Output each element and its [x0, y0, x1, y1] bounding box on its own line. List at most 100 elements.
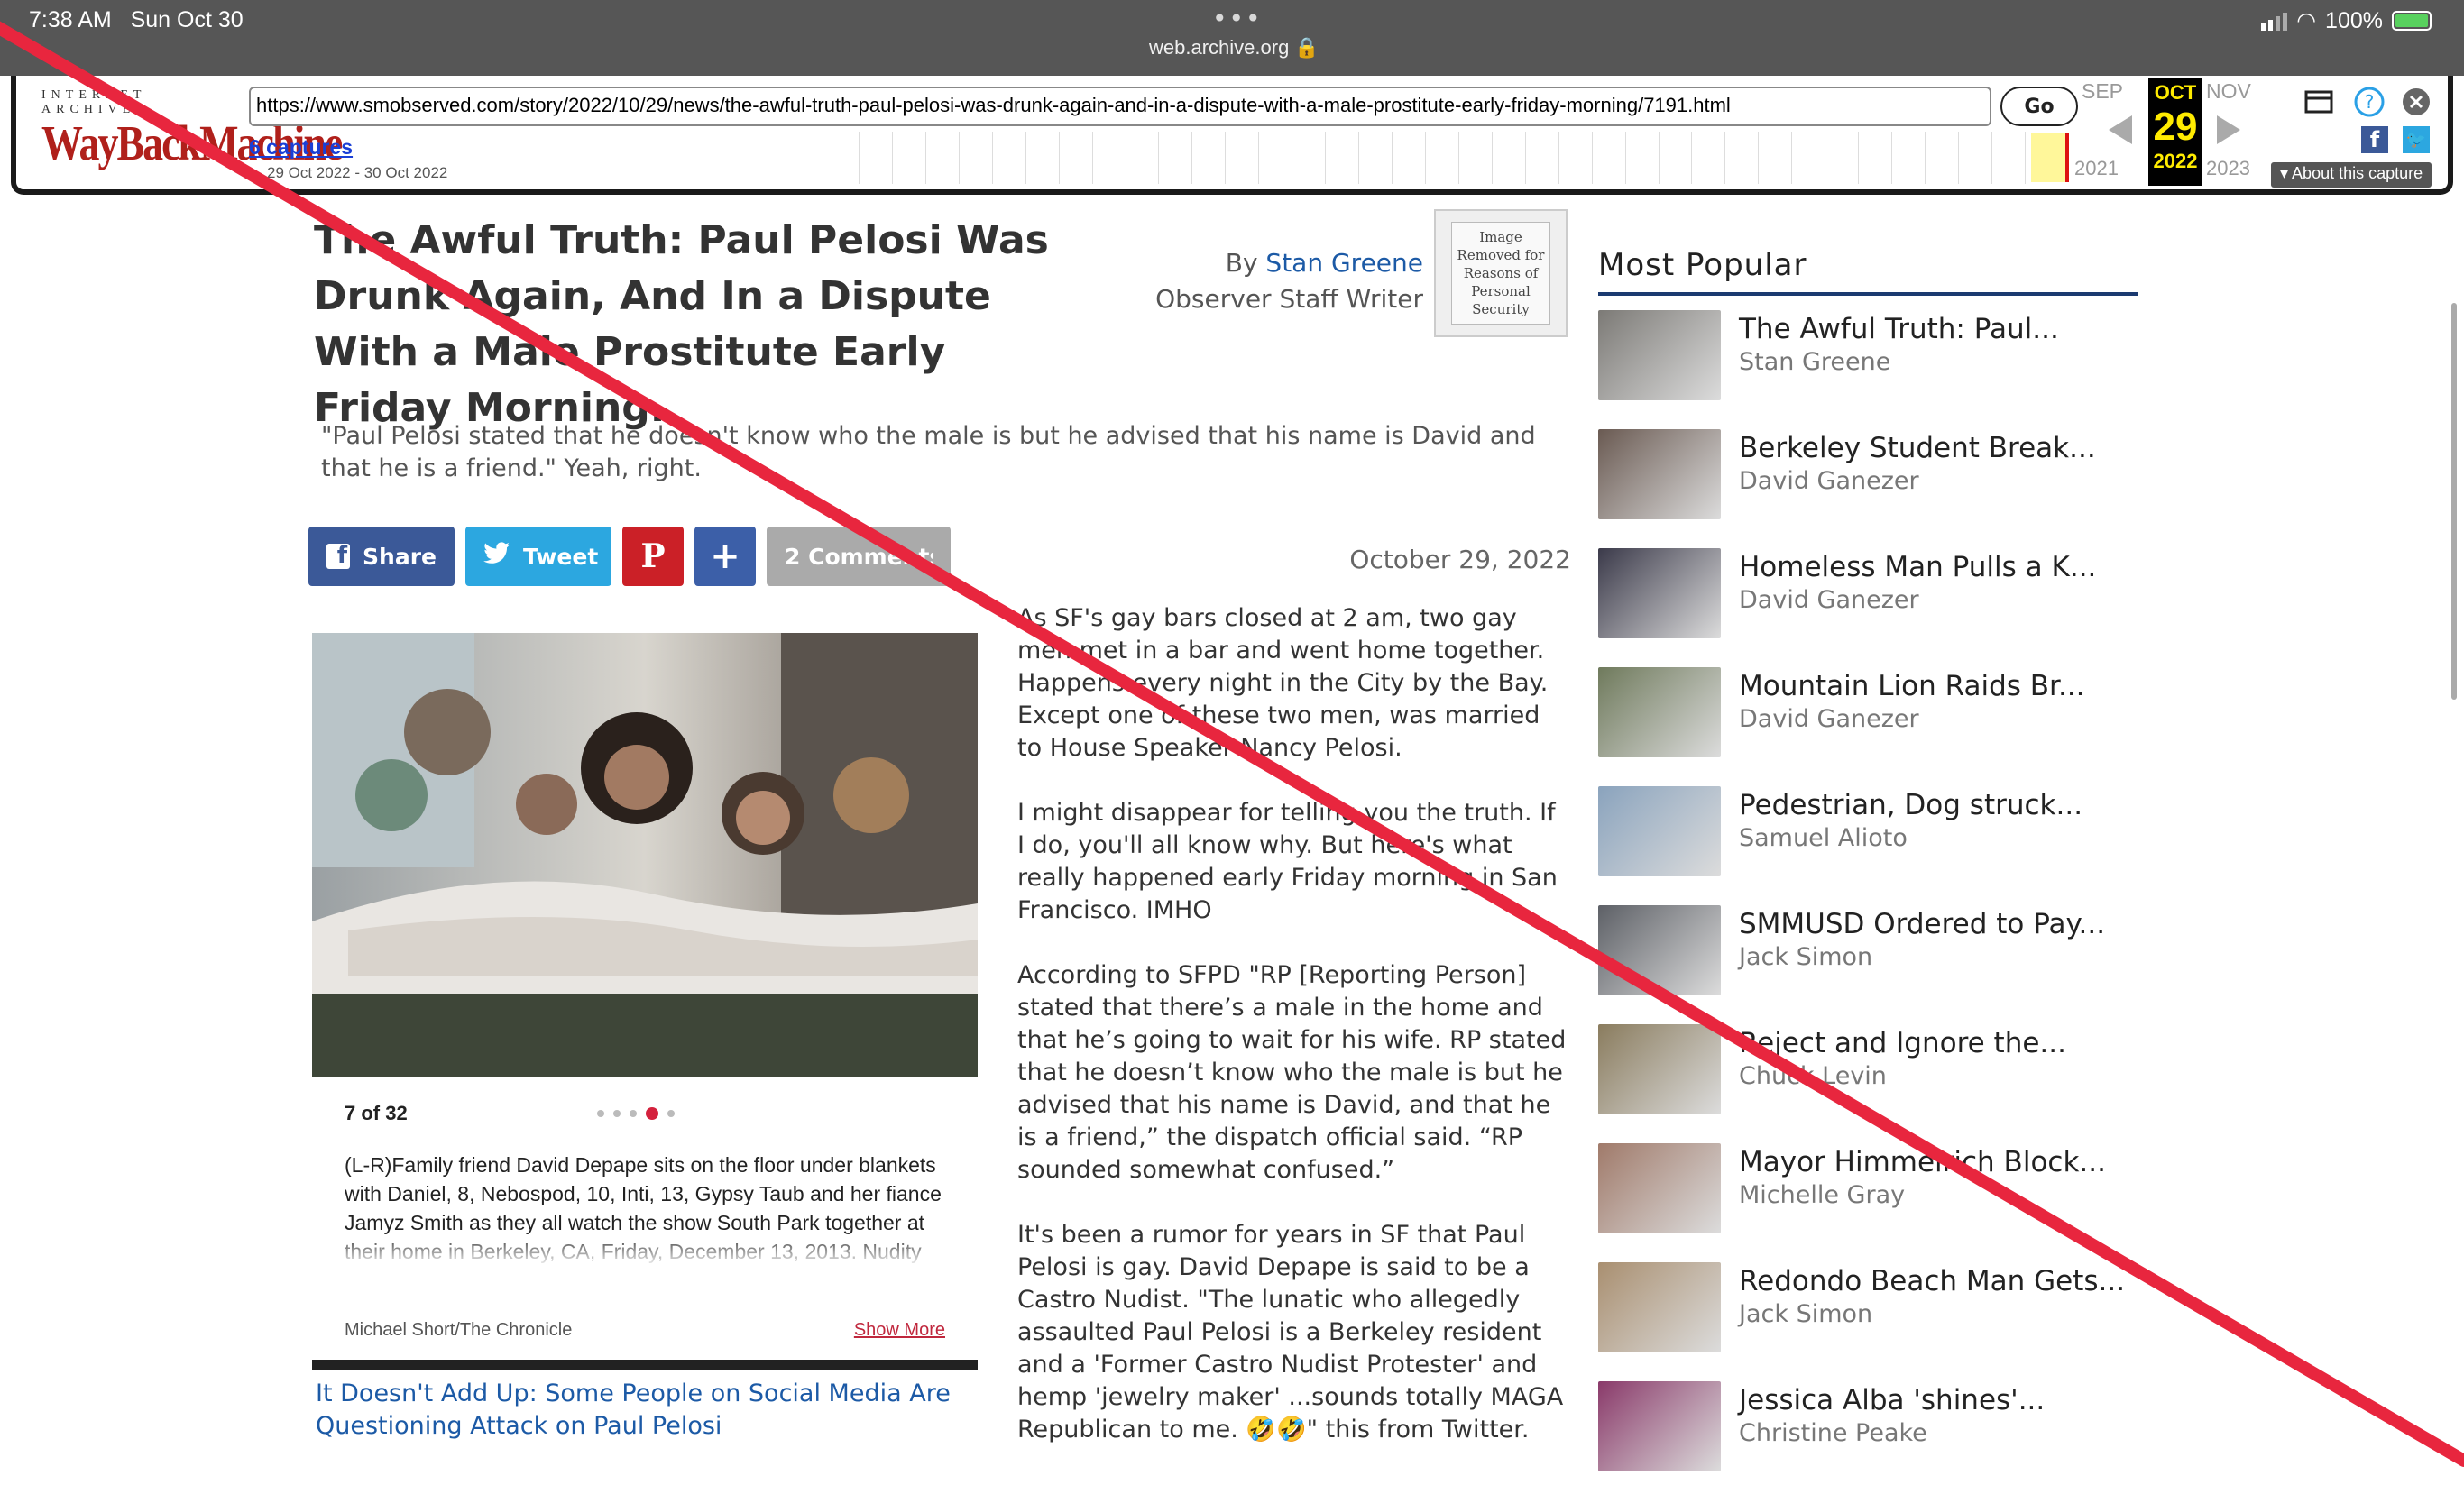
- popular-author: Stan Greene: [1739, 348, 1891, 376]
- page-scrollbar[interactable]: [2451, 303, 2457, 700]
- popular-item[interactable]: SMMUSD Ordered to Pay... Jack Simon: [1598, 905, 2139, 1024]
- popular-thumbnail[interactable]: [1598, 429, 1721, 519]
- popular-item[interactable]: Mayor Himmelrich Block... Michelle Gray: [1598, 1143, 2139, 1262]
- author-link[interactable]: Stan Greene: [1265, 248, 1423, 278]
- photo-credit: Michael Short/The Chronicle: [345, 1320, 573, 1340]
- popular-item[interactable]: The Awful Truth: Paul... Stan Greene: [1598, 310, 2139, 429]
- popular-headline[interactable]: Jessica Alba 'shines'...: [1739, 1383, 2045, 1417]
- svg-text:?: ?: [2365, 91, 2375, 113]
- prev-month-label[interactable]: SEP: [2082, 79, 2123, 104]
- popular-headline[interactable]: Mountain Lion Raids Br...: [1739, 669, 2085, 703]
- body-paragraph: As SF's gay bars closed at 2 am, two gay…: [1017, 604, 1549, 762]
- photo-gallery-card[interactable]: 7 of 32 (L-R)Family friend David Depape …: [312, 633, 978, 1370]
- pinterest-share-button[interactable]: P: [622, 527, 684, 586]
- status-indicators: ◠ 100%: [2261, 7, 2432, 34]
- comments-button[interactable]: 2 Comments: [767, 527, 951, 586]
- pager-dot-active[interactable]: [646, 1107, 658, 1120]
- popular-author: Jack Simon: [1739, 1300, 1873, 1328]
- popular-headline[interactable]: Pedestrian, Dog struck...: [1739, 788, 2082, 822]
- twitter-share-button[interactable]: Tweet: [465, 527, 611, 586]
- current-capture-date: OCT 29 2022: [2148, 78, 2202, 186]
- article-title: The Awful Truth: Paul Pelosi Was Drunk A…: [314, 217, 1049, 431]
- popular-item[interactable]: Redondo Beach Man Gets... Jack Simon: [1598, 1262, 2139, 1381]
- address-domain[interactable]: web.archive.org 🔒: [1149, 36, 1319, 60]
- battery-icon: [2392, 11, 2432, 31]
- popular-author: David Ganezer: [1739, 586, 1919, 614]
- article-body: As SF's gay bars closed at 2 am, two gay…: [1017, 602, 1568, 1479]
- wayback-logo[interactable]: INTERNET ARCHIVE WayBackMachine: [41, 88, 343, 170]
- gallery-pager[interactable]: [597, 1107, 675, 1120]
- capture-histogram[interactable]: [859, 132, 2069, 184]
- prev-capture-arrow-icon[interactable]: [2109, 115, 2132, 144]
- popular-item[interactable]: Berkeley Student Break... David Ganezer: [1598, 429, 2139, 548]
- pager-dot[interactable]: [667, 1110, 675, 1117]
- body-paragraph: It's been a rumor for years in SF that P…: [1017, 1221, 1564, 1444]
- window-icon[interactable]: [2303, 87, 2334, 117]
- facebook-share-icon[interactable]: f: [2361, 126, 2388, 153]
- next-capture-arrow-icon[interactable]: [2217, 115, 2240, 144]
- popular-item[interactable]: Homeless Man Pulls a K... David Ganezer: [1598, 548, 2139, 667]
- pager-dot[interactable]: [613, 1110, 621, 1117]
- popular-thumbnail[interactable]: [1598, 548, 1721, 638]
- popular-headline[interactable]: Berkeley Student Break...: [1739, 431, 2096, 465]
- popular-thumbnail[interactable]: [1598, 905, 1721, 995]
- most-popular-list: The Awful Truth: Paul... Stan Greene Berk…: [1598, 310, 2139, 1485]
- popular-item[interactable]: Reject and Ignore the... Chuck Levin: [1598, 1024, 2139, 1143]
- popular-thumbnail[interactable]: [1598, 1024, 1721, 1114]
- popular-thumbnail[interactable]: [1598, 667, 1721, 757]
- popular-headline[interactable]: Reject and Ignore the...: [1739, 1026, 2066, 1060]
- popular-thumbnail[interactable]: [1598, 1143, 1721, 1233]
- popular-author: David Ganezer: [1739, 705, 1919, 733]
- show-more-link[interactable]: Show More: [854, 1320, 945, 1341]
- captures-link[interactable]: 6 captures: [249, 135, 353, 160]
- popular-headline[interactable]: The Awful Truth: Paul...: [1739, 312, 2059, 346]
- pager-dot[interactable]: [630, 1110, 637, 1117]
- popular-item[interactable]: Pedestrian, Dog struck... Samuel Alioto: [1598, 786, 2139, 905]
- popular-headline[interactable]: Redondo Beach Man Gets...: [1739, 1264, 2125, 1298]
- battery-percent: 100%: [2325, 7, 2383, 33]
- body-paragraph: I might disappear for telling you the tr…: [1017, 799, 1558, 924]
- ios-status-bar: 7:38 AM Sun Oct 30 ••• web.archive.org 🔒…: [0, 0, 2464, 76]
- wayback-toolbar: INTERNET ARCHIVE WayBackMachine https://…: [11, 76, 2453, 195]
- share-bar: f Share Tweet P + 2 Comments: [308, 527, 951, 586]
- popular-author: David Ganezer: [1739, 467, 1919, 495]
- popular-item[interactable]: Mountain Lion Raids Br... David Ganezer: [1598, 667, 2139, 786]
- related-article-link[interactable]: It Doesn't Add Up: Some People on Social…: [316, 1378, 983, 1443]
- popular-author: Jack Simon: [1739, 943, 1873, 971]
- photo-caption: (L-R)Family friend David Depape sits on …: [345, 1150, 958, 1268]
- about-capture-button[interactable]: ▾ About this capture: [2271, 162, 2432, 188]
- popular-headline[interactable]: Homeless Man Pulls a K...: [1739, 550, 2096, 584]
- byline: By Stan Greene Observer Staff Writer: [1155, 245, 1423, 317]
- most-popular-heading: Most Popular: [1598, 247, 2138, 296]
- photo-counter: 7 of 32: [345, 1102, 408, 1124]
- article-date: October 29, 2022: [1349, 545, 1571, 574]
- popular-thumbnail[interactable]: [1598, 786, 1721, 876]
- author-role: Observer Staff Writer: [1155, 284, 1423, 314]
- wayback-url-input[interactable]: https://www.smobserved.com/story/2022/10…: [249, 87, 1991, 126]
- popular-item[interactable]: Jessica Alba 'shines'... Christine Peake: [1598, 1381, 2139, 1485]
- next-year-label[interactable]: 2023: [2206, 157, 2250, 180]
- next-month-label[interactable]: NOV: [2206, 79, 2251, 104]
- popular-headline[interactable]: Mayor Himmelrich Block...: [1739, 1145, 2106, 1179]
- prev-year-label[interactable]: 2021: [2074, 157, 2119, 180]
- pinterest-icon: P: [640, 537, 666, 575]
- popular-headline[interactable]: SMMUSD Ordered to Pay...: [1739, 907, 2105, 941]
- popular-author: Samuel Alioto: [1739, 824, 1908, 852]
- popular-thumbnail[interactable]: [1598, 310, 1721, 400]
- wifi-icon: ◠: [2296, 8, 2317, 33]
- article-teaser: "Paul Pelosi stated that he doesn't know…: [321, 422, 1536, 482]
- body-paragraph: According to SFPD "RP [Reporting Person]…: [1017, 961, 1567, 1184]
- gallery-photo[interactable]: [312, 633, 978, 1077]
- go-button[interactable]: Go: [2000, 87, 2078, 126]
- facebook-icon: f: [326, 542, 351, 569]
- help-icon[interactable]: ?: [2354, 87, 2385, 117]
- popular-thumbnail[interactable]: [1598, 1381, 1721, 1471]
- twitter-share-icon[interactable]: 🐦: [2403, 126, 2430, 153]
- multitask-dots-icon[interactable]: •••: [1212, 4, 1263, 33]
- pager-dot[interactable]: [597, 1110, 604, 1117]
- close-icon[interactable]: [2401, 87, 2432, 117]
- more-share-button[interactable]: +: [694, 527, 756, 586]
- facebook-share-button[interactable]: f Share: [308, 527, 455, 586]
- author-image-placeholder: Image Removed for Reasons of Personal Se…: [1434, 209, 1568, 337]
- popular-thumbnail[interactable]: [1598, 1262, 1721, 1352]
